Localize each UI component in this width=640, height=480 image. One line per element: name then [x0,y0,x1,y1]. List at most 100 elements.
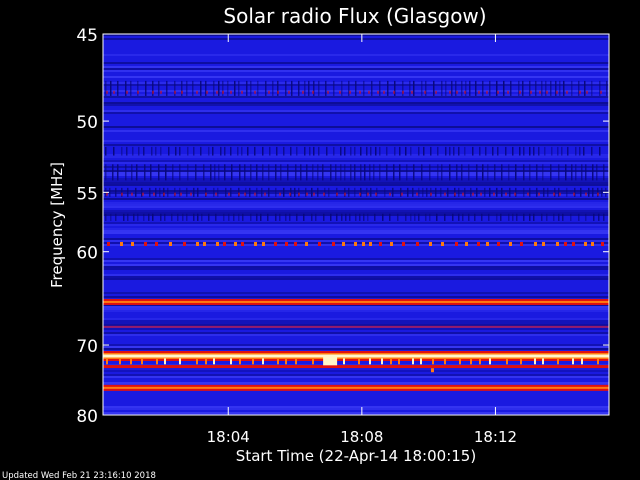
striation-mark [516,213,518,221]
striation-mark [279,213,281,221]
speckle-mark [556,90,558,94]
striation-mark [519,146,521,156]
speckle-mark [393,90,395,94]
striation-mark [591,146,593,156]
striation-mark [565,164,567,181]
speckle-mark [367,192,369,196]
x-tick-label: 18:12 [474,428,517,446]
texture-band [103,96,609,98]
striation-mark [250,213,252,221]
striation-mark [421,164,423,181]
striation-mark [512,146,514,156]
speckle-mark [288,90,290,94]
striation-mark [237,146,239,156]
speckle-mark [180,192,182,196]
emission-line-1-dash [455,242,458,247]
striation-mark [541,80,543,96]
striation-mark [250,164,252,181]
emission-line-1-dash [203,242,206,247]
striation-mark [523,146,525,156]
striation-mark [566,187,568,197]
striation-mark [567,146,569,156]
striation-mark [458,146,460,156]
emission-line-5-burst [196,358,198,365]
striation-mark [562,213,564,221]
emission-line-5-burst [295,358,297,365]
speckle-mark [559,192,561,196]
speckle-mark [546,90,548,94]
striation-mark [333,146,335,156]
striation-mark [578,213,580,221]
striation-mark [290,146,292,156]
texture-band [103,228,609,230]
striation-mark [295,164,297,181]
striation-mark [350,146,352,156]
striation-mark [262,146,264,156]
striation-mark [410,146,412,156]
striation-mark [601,187,603,197]
striation-mark [110,80,112,96]
striation-mark [536,187,538,197]
striation-mark [131,164,133,181]
texture-band [103,370,609,372]
striation-mark [164,213,166,221]
striation-mark [110,213,112,221]
striation-mark [148,213,150,221]
striation-mark [523,164,525,181]
speckle-mark [339,90,341,94]
striation-mark [522,80,524,96]
speckle-mark [174,90,176,94]
striation-mark [121,146,123,156]
speckle-mark [464,90,466,94]
striation-mark [476,187,478,197]
striation-mark [336,213,338,221]
striation-mark [508,164,510,181]
striation-mark [557,146,559,156]
striation-mark [158,164,160,181]
striation-mark [276,146,278,156]
speckle-mark [539,90,541,94]
striation-mark [546,213,548,221]
striation-mark [405,146,407,156]
striation-mark [558,213,560,221]
striation-mark [309,146,311,156]
texture-band [103,324,609,326]
striation-mark [529,187,531,197]
striation-mark [375,146,377,156]
emission-line-5-burst [156,358,158,365]
striation-mark [369,164,371,181]
striation-mark [193,187,195,197]
striation-mark [585,164,587,181]
striation-mark [496,187,498,197]
speckle-mark [216,90,218,94]
emission-line-5-burst [459,358,461,365]
striation-mark [479,146,481,156]
striation-mark [488,213,490,221]
striation-mark [223,213,225,221]
striation-mark [579,146,581,156]
striation-mark [354,164,356,181]
striation-mark [344,164,346,181]
striation-mark [159,187,161,197]
striation-mark [405,213,407,221]
striation-mark [151,146,153,156]
speckle-mark [416,192,418,196]
emission-line-5-burst [358,358,360,365]
texture-band [103,292,609,294]
striation-mark [285,213,287,221]
striation-mark [213,80,215,96]
texture-band [103,182,609,184]
texture-band [103,140,609,142]
texture-band [103,318,609,320]
emission-line-5-burst [390,358,392,365]
speckle-mark [449,90,451,94]
striation-mark [553,213,555,221]
striation-mark [249,187,251,197]
speckle-mark [241,90,243,94]
texture-band [103,38,609,40]
emission-line-1-dash [486,242,489,247]
striation-mark [234,80,236,96]
emission-line-5-burst [179,358,181,365]
speckle-mark [600,90,602,94]
texture-band [103,320,609,322]
